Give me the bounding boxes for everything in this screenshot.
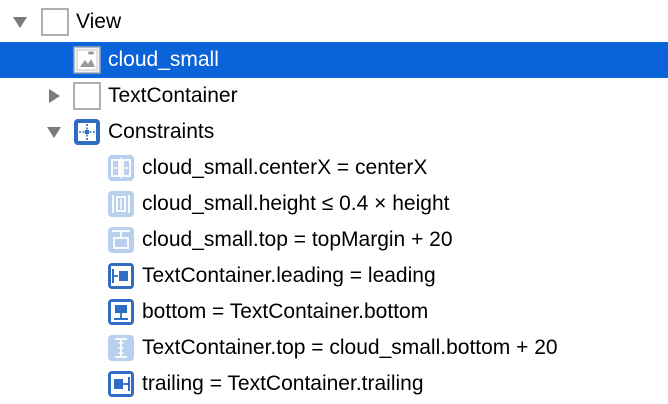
cloud-small-label: cloud_small — [108, 48, 219, 71]
document-outline: View cloud_small TextContainer Constrain… — [0, 0, 668, 404]
constraint-label: TextContainer.leading = leading — [142, 264, 436, 287]
text-container-label: TextContainer — [108, 84, 238, 107]
constraint-label: cloud_small.top = topMargin + 20 — [142, 228, 453, 251]
constraints-label: Constraints — [108, 120, 215, 143]
disclosure-expanded-icon[interactable] — [46, 124, 62, 140]
outline-row-constraints[interactable]: Constraints — [0, 114, 668, 150]
constraint-row[interactable]: TextContainer.top = cloud_small.bottom +… — [0, 330, 668, 366]
constraint-label: cloud_small.height ≤ 0.4 × height — [142, 192, 450, 215]
bottom-constraint-icon — [106, 297, 136, 327]
constraint-row[interactable]: cloud_small.height ≤ 0.4 × height — [0, 186, 668, 222]
constraints-group-icon — [72, 117, 102, 147]
outline-row-text-container[interactable]: TextContainer — [0, 78, 668, 114]
image-view-icon — [72, 45, 102, 75]
constraint-label: TextContainer.top = cloud_small.bottom +… — [142, 336, 558, 359]
constraint-row[interactable]: cloud_small.centerX = centerX — [0, 150, 668, 186]
constraint-row[interactable]: trailing = TextContainer.trailing — [0, 366, 668, 402]
disclosure-expanded-icon[interactable] — [12, 14, 28, 30]
constraint-row[interactable]: bottom = TextContainer.bottom — [0, 294, 668, 330]
view-label: View — [76, 10, 122, 33]
view-icon — [72, 81, 102, 111]
constraint-label: cloud_small.centerX = centerX — [142, 156, 428, 179]
constraint-row[interactable]: TextContainer.leading = leading — [0, 258, 668, 294]
height-constraint-icon — [106, 189, 136, 219]
constraint-row[interactable]: cloud_small.top = topMargin + 20 — [0, 222, 668, 258]
align-center-x-constraint-icon — [106, 153, 136, 183]
outline-row-cloud-small[interactable]: cloud_small — [0, 42, 668, 78]
trailing-constraint-icon — [106, 369, 136, 399]
constraint-label: bottom = TextContainer.bottom — [142, 300, 429, 323]
top-constraint-icon — [106, 225, 136, 255]
disclosure-collapsed-icon[interactable] — [46, 88, 62, 104]
outline-row-view[interactable]: View — [0, 4, 668, 40]
view-icon — [40, 7, 70, 37]
constraint-label: trailing = TextContainer.trailing — [142, 372, 424, 395]
leading-constraint-icon — [106, 261, 136, 291]
top-constraint-icon — [106, 333, 136, 363]
